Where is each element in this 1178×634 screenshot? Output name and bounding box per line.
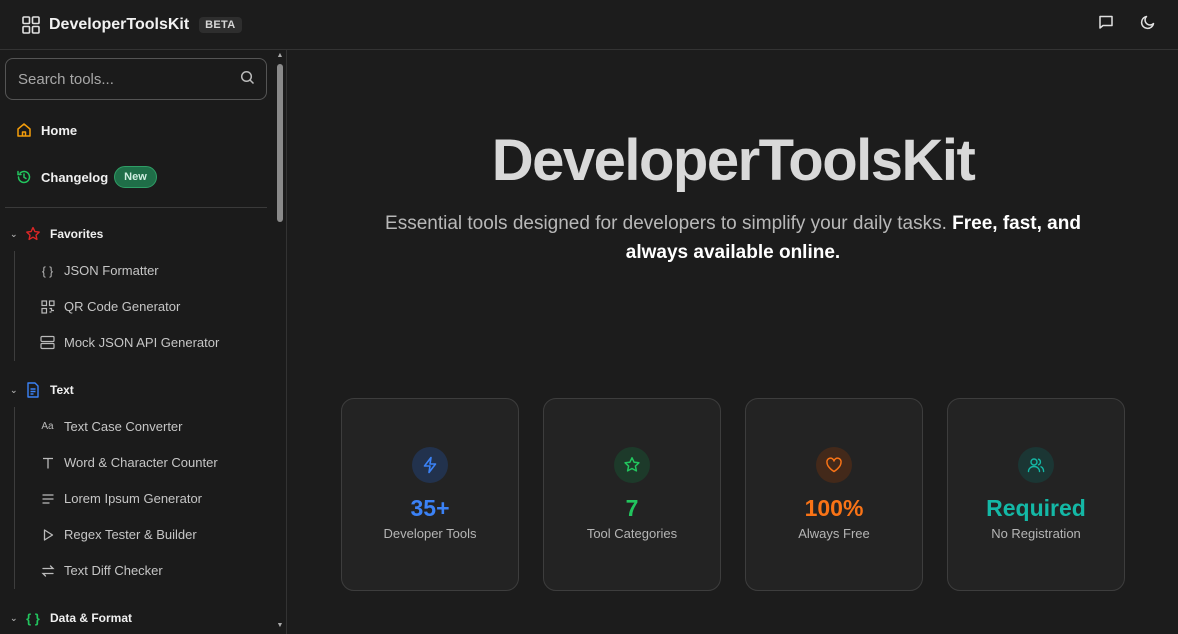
scrollbar-thumb[interactable] <box>277 64 283 222</box>
home-icon <box>16 122 32 138</box>
sidebar-item-label: Regex Tester & Builder <box>64 527 197 542</box>
nav-changelog-label: Changelog <box>41 169 109 185</box>
stat-card-tools: 35+ Developer Tools <box>341 398 519 591</box>
sidebar-item-text-diff-checker[interactable]: Text Diff Checker <box>40 563 163 578</box>
favorites-group-line <box>14 251 15 361</box>
hero-subtitle-text: Essential tools designed for developers … <box>385 213 953 234</box>
chevron-down-icon: ⌄ <box>10 612 18 623</box>
nav-changelog[interactable]: Changelog New <box>16 166 157 188</box>
new-badge: New <box>114 166 157 188</box>
chevron-down-icon: ⌄ <box>10 228 18 239</box>
stat-card-categories: 7 Tool Categories <box>543 398 721 591</box>
qr-code-icon <box>40 299 55 314</box>
sidebar: Home Changelog New ⌄ Favorites { } JSON … <box>0 50 287 634</box>
arrow-left-right-icon <box>40 563 55 578</box>
section-data-format[interactable]: ⌄ { } Data & Format <box>10 610 132 626</box>
text-group-line <box>14 407 15 589</box>
users-icon <box>1018 447 1054 483</box>
sidebar-divider <box>5 207 267 208</box>
star-icon <box>614 447 650 483</box>
stat-value: 7 <box>625 495 639 521</box>
stat-value: 35+ <box>410 495 450 521</box>
search-input[interactable] <box>18 70 218 88</box>
scroll-down-arrow-icon[interactable]: ▼ <box>276 622 284 630</box>
type-icon <box>40 455 55 470</box>
sidebar-item-label: Text Diff Checker <box>64 563 163 578</box>
sidebar-item-label: JSON Formatter <box>64 263 159 278</box>
file-text-icon <box>25 382 41 398</box>
main-content: DeveloperToolsKit Essential tools design… <box>288 51 1178 634</box>
section-data-format-title: Data & Format <box>50 611 133 625</box>
stat-label: No Registration <box>991 526 1081 541</box>
theme-toggle-moon-icon[interactable] <box>1138 12 1158 32</box>
sidebar-item-label: Text Case Converter <box>64 419 183 434</box>
sidebar-item-text-case-converter[interactable]: Aa Text Case Converter <box>40 419 183 434</box>
bolt-icon <box>412 447 448 483</box>
section-favorites[interactable]: ⌄ Favorites <box>10 226 103 242</box>
sidebar-item-label: Lorem Ipsum Generator <box>64 491 203 506</box>
braces-icon: { } <box>26 610 40 626</box>
stat-card-free: 100% Always Free <box>745 398 923 591</box>
stat-value: 100% <box>804 495 864 521</box>
sidebar-item-label: Word & Character Counter <box>64 455 218 470</box>
case-sensitive-icon: Aa <box>41 421 54 432</box>
sidebar-item-qr-code-generator[interactable]: QR Code Generator <box>40 299 180 314</box>
stat-label: Developer Tools <box>383 526 477 541</box>
stat-label: Always Free <box>798 526 870 541</box>
search-icon[interactable] <box>240 70 255 90</box>
nav-home-label: Home <box>41 122 78 138</box>
chevron-down-icon: ⌄ <box>10 384 18 395</box>
sidebar-item-label: QR Code Generator <box>64 299 181 314</box>
sidebar-item-regex-tester-builder[interactable]: Regex Tester & Builder <box>40 527 197 542</box>
sidebar-item-word-character-counter[interactable]: Word & Character Counter <box>40 455 218 470</box>
stat-value: Required <box>986 495 1086 521</box>
sidebar-item-label: Mock JSON API Generator <box>64 335 220 350</box>
section-text-title: Text <box>50 383 74 397</box>
heart-icon <box>816 447 852 483</box>
sidebar-scrollbar[interactable]: ▲ ▼ <box>275 50 284 634</box>
feedback-icon[interactable] <box>1096 12 1116 32</box>
beta-badge: BETA <box>199 16 242 33</box>
grid-icon <box>22 15 40 34</box>
sidebar-item-lorem-ipsum-generator[interactable]: Lorem Ipsum Generator <box>40 491 202 506</box>
section-text[interactable]: ⌄ Text <box>10 382 74 398</box>
play-icon <box>40 527 55 542</box>
nav-home[interactable]: Home <box>16 122 77 138</box>
hero-subtitle: Essential tools designed for developers … <box>358 209 1108 267</box>
hero-title: DeveloperToolsKit <box>491 128 976 193</box>
sidebar-item-json-formatter[interactable]: { } JSON Formatter <box>40 263 159 278</box>
section-favorites-title: Favorites <box>50 227 104 241</box>
top-bar: DeveloperToolsKit BETA <box>0 0 1178 50</box>
braces-icon: { } <box>41 263 54 278</box>
star-icon <box>25 226 41 242</box>
sidebar-item-mock-json-api-generator[interactable]: Mock JSON API Generator <box>40 335 219 350</box>
search-box <box>5 58 267 100</box>
server-icon <box>40 335 55 350</box>
stat-card-registration: Required No Registration <box>947 398 1125 591</box>
align-left-icon <box>40 491 55 506</box>
brand[interactable]: DeveloperToolsKit BETA <box>22 16 242 34</box>
scroll-up-arrow-icon[interactable]: ▲ <box>276 52 284 60</box>
brand-title: DeveloperToolsKit <box>49 15 190 33</box>
stat-label: Tool Categories <box>586 526 678 541</box>
history-icon <box>16 169 32 185</box>
